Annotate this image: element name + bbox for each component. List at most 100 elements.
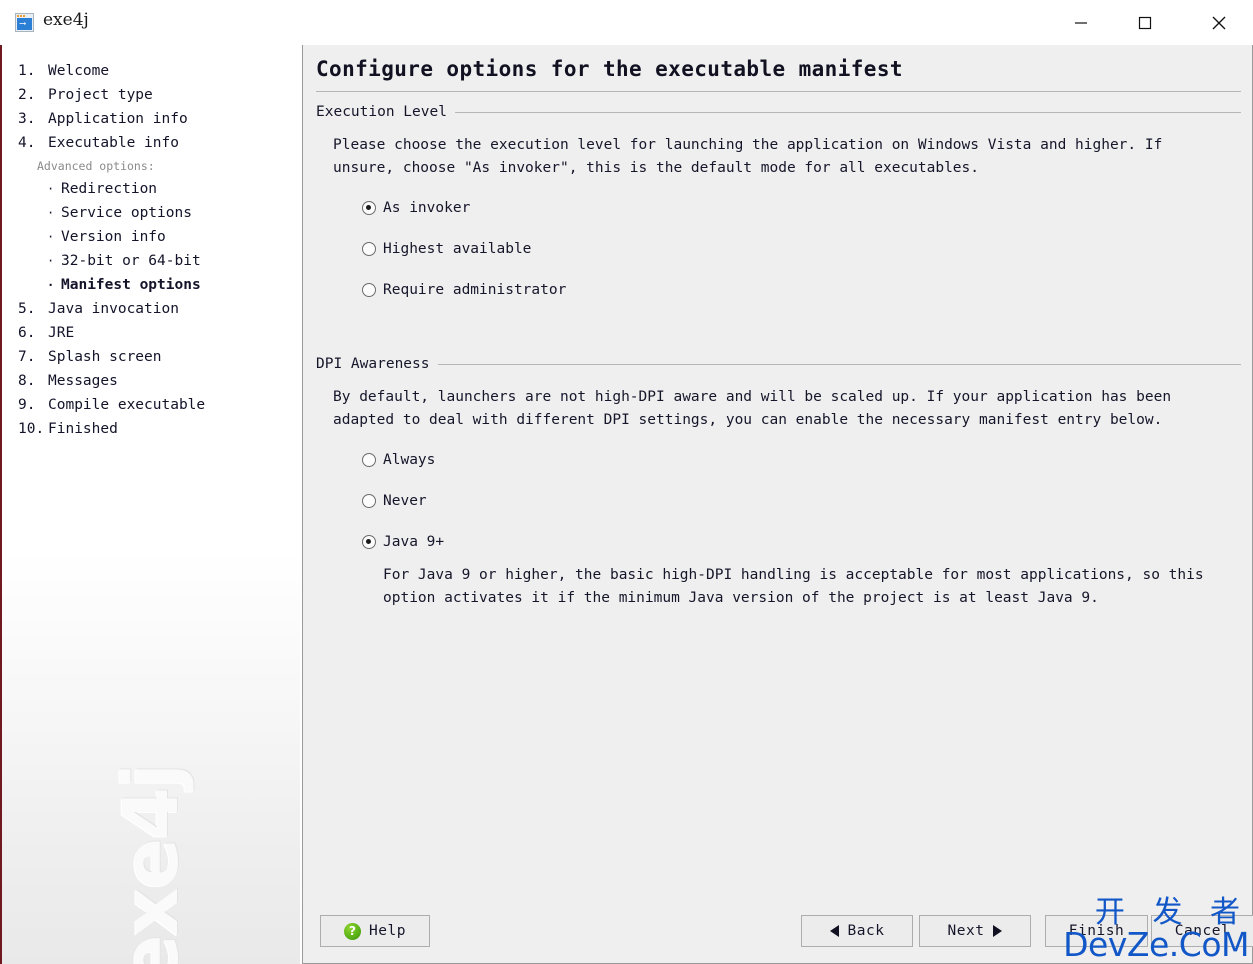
minimize-icon [1074,21,1087,24]
radio-label: Java 9+ [383,533,445,550]
step-label: 32-bit or 64-bit [61,253,201,269]
title-divider [316,91,1241,92]
help-button[interactable]: ? Help [320,915,430,947]
section-legend-label: Execution Level [316,104,447,120]
step-label: Messages [48,373,118,389]
section-legend-line [437,363,1241,365]
close-icon [1212,16,1225,29]
radio-label: Require administrator [383,281,567,298]
execution-level-section: Execution Level Please choose the execut… [316,103,1241,303]
step-number: 7. [18,349,36,365]
step-label: Finished [48,421,118,437]
step-label: Executable info [48,135,179,151]
triangle-left-icon [829,925,839,937]
step-label: Service options [61,205,192,221]
radio-require-administrator[interactable]: Require administrator [316,276,1241,303]
next-button-label: Next [947,923,985,939]
radio-label: As invoker [383,199,471,216]
radio-always[interactable]: Always [316,446,1241,473]
minimize-button[interactable] [1058,0,1103,45]
radio-button-icon[interactable] [362,534,376,549]
step-number: 10. [18,421,45,437]
step-number: 2. [18,87,36,103]
dpi-awareness-section: DPI Awareness By default, launchers are … [316,355,1241,610]
radio-button-icon[interactable] [362,493,376,508]
step-number: 5. [18,301,36,317]
main-content-panel: Configure options for the executable man… [302,45,1253,964]
cancel-button[interactable]: Cancel [1151,915,1253,947]
finish-button-label: Finish [1068,923,1125,939]
step-label: Application info [48,111,188,127]
radio-never[interactable]: Never [316,487,1241,514]
wizard-button-bar: ? Help Back Next Finish Cancel [303,909,1253,963]
section-legend-line [454,111,1241,113]
step-label: Welcome [48,63,110,79]
step-number: 1. [18,63,36,79]
radio-as-invoker[interactable]: As invoker [316,194,1241,221]
close-button[interactable] [1196,0,1241,45]
next-button[interactable]: Next [919,915,1031,947]
radio-button-icon[interactable] [362,282,376,297]
radio-button-icon[interactable] [362,200,376,215]
sidebar-item-manifest-options[interactable]: · Manifest options [2,273,300,297]
sidebar-item-redirection[interactable]: · Redirection [2,177,300,201]
sidebar-item-executable-info[interactable]: 4. Executable info [2,131,300,155]
app-window: ⟶ exe4j 1. Welcome 2. Project type 3. Ap… [0,0,1253,964]
step-label: Splash screen [48,349,162,365]
sidebar-item-application-info[interactable]: 3. Application info [2,107,300,131]
bullet-icon: · [47,254,55,268]
sidebar-item-welcome[interactable]: 1. Welcome [2,59,300,83]
question-mark-icon: ? [344,922,362,940]
finish-button[interactable]: Finish [1045,915,1148,947]
maximize-icon [1138,16,1151,29]
dpi-awareness-description: By default, launchers are not high-DPI a… [316,373,1241,432]
sidebar-item-java-invocation[interactable]: 5. Java invocation [2,297,300,321]
sidebar-item-jre[interactable]: 6. JRE [2,321,300,345]
exe4j-sidebar-watermark: exe4j [106,764,195,964]
step-label: Redirection [61,181,158,197]
bullet-icon: · [47,206,55,220]
back-button[interactable]: Back [801,915,913,947]
sidebar-item-messages[interactable]: 8. Messages [2,369,300,393]
step-number: 9. [18,397,36,413]
wizard-step-sidebar: 1. Welcome 2. Project type 3. Applicatio… [0,45,300,964]
dpi-awareness-legend: DPI Awareness [316,355,1241,373]
step-label: Java invocation [48,301,179,317]
sidebar-item-splash-screen[interactable]: 7. Splash screen [2,345,300,369]
radio-button-icon[interactable] [362,241,376,256]
sidebar-item-32bit-or-64bit[interactable]: · 32-bit or 64-bit [2,249,300,273]
step-number: 4. [18,135,36,151]
radio-label: Never [383,492,427,509]
description-line-1: By default, launchers are not high-DPI a… [333,389,1172,405]
step-label: Version info [61,229,166,245]
radio-highest-available[interactable]: Highest available [316,235,1241,262]
radio-label: Highest available [383,240,532,257]
java9-option-note: For Java 9 or higher, the basic high-DPI… [316,555,1241,610]
radio-java-9-plus[interactable]: Java 9+ [316,528,1241,555]
step-number: 6. [18,325,36,341]
sidebar-item-finished[interactable]: 10. Finished [2,417,300,441]
sidebar-item-version-info[interactable]: · Version info [2,225,300,249]
execution-level-legend: Execution Level [316,103,1241,121]
maximize-button[interactable] [1122,0,1167,45]
window-title: exe4j [43,10,89,30]
title-bar: ⟶ exe4j [0,0,1253,45]
triangle-right-icon [993,925,1003,937]
sidebar-item-project-type[interactable]: 2. Project type [2,83,300,107]
step-number: 3. [18,111,36,127]
sidebar-item-service-options[interactable]: · Service options [2,201,300,225]
description-line-1: Please choose the execution level for la… [333,137,1163,153]
radio-button-icon[interactable] [362,452,376,467]
step-label: Manifest options [61,277,201,293]
sidebar-item-compile-executable[interactable]: 9. Compile executable [2,393,300,417]
exe4j-app-icon: ⟶ [15,13,34,32]
note-line-1: For Java 9 or higher, the basic high-DPI… [383,567,1204,583]
wizard-step-list: 1. Welcome 2. Project type 3. Applicatio… [2,45,300,441]
step-label: Compile executable [48,397,206,413]
page-title: Configure options for the executable man… [316,57,903,81]
bullet-icon: · [47,278,55,292]
description-line-2: adapted to deal with different DPI setti… [333,412,1163,428]
bullet-icon: · [47,182,55,196]
section-legend-label: DPI Awareness [316,356,430,372]
radio-label: Always [383,451,436,468]
